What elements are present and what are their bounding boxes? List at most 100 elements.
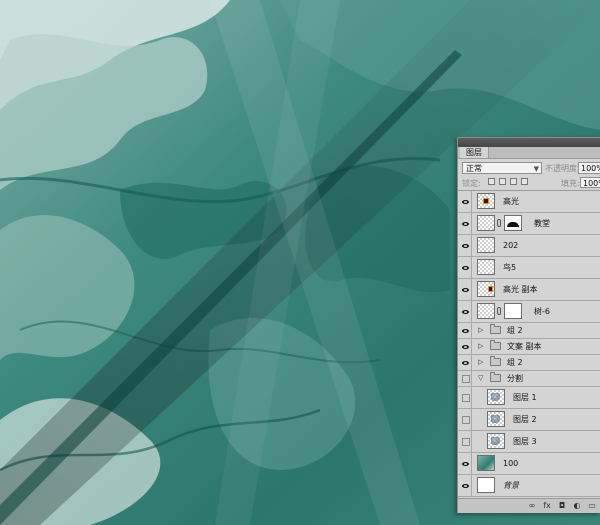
layer-name: 图层 2 <box>513 415 537 424</box>
layer-name: 组 2 <box>507 326 523 335</box>
opacity-input[interactable]: 100% <box>578 162 600 174</box>
layer-name: 文案 副本 <box>507 342 542 351</box>
lock-position-icon[interactable] <box>510 178 517 185</box>
eye-icon <box>462 221 469 226</box>
visibility-toggle[interactable] <box>460 409 472 430</box>
layer-name: 图层 1 <box>513 393 537 402</box>
chain-link-icon[interactable] <box>497 307 501 315</box>
panel-titlebar[interactable] <box>458 138 600 147</box>
visibility-toggle[interactable] <box>460 323 472 338</box>
eye-icon <box>462 360 469 365</box>
layer-row[interactable]: ▷ 组 2 <box>458 323 600 339</box>
eye-icon <box>462 328 469 333</box>
layer-row[interactable]: 鸟5 <box>458 257 600 279</box>
fx-icon[interactable]: fx <box>541 501 553 511</box>
layer-row[interactable]: 树-6 <box>458 301 600 323</box>
blend-mode-value: 正常 <box>466 164 482 173</box>
blend-mode-select[interactable]: 正常 ▼ <box>462 162 542 174</box>
folder-icon <box>490 340 501 350</box>
fill-input[interactable]: 100% <box>580 177 600 188</box>
layer-thumbnail <box>477 303 495 319</box>
layers-list: 高光 教堂 202 鸟5 高光 副本 树-6 ▷ 组 2 ▷ 文案 副本 ▷ 组 2 ▽ 分割 图层 1 图层… <box>458 191 600 497</box>
eye-icon <box>462 265 469 270</box>
layer-name: 分割 <box>507 374 523 383</box>
eye-icon <box>462 309 469 314</box>
eye-icon <box>462 243 469 248</box>
layer-thumbnail <box>477 193 495 209</box>
layer-name: 高光 副本 <box>503 285 538 294</box>
eye-off-icon <box>461 415 470 424</box>
layer-thumbnail <box>477 259 495 275</box>
visibility-toggle[interactable] <box>460 339 472 354</box>
eye-off-icon <box>461 374 470 383</box>
folder-icon <box>490 356 501 366</box>
layer-row[interactable]: 图层 3 <box>458 431 600 453</box>
folder-icon <box>490 324 501 334</box>
folder-icon <box>490 372 501 382</box>
layer-name: 202 <box>503 241 519 250</box>
expand-right-icon[interactable]: ▷ <box>478 327 483 334</box>
chevron-down-icon: ▼ <box>533 165 539 173</box>
layer-mask-thumbnail[interactable] <box>504 215 522 231</box>
expand-right-icon[interactable]: ▷ <box>478 343 483 350</box>
layer-thumbnail <box>477 477 495 493</box>
layer-thumbnail <box>487 411 505 427</box>
eye-icon <box>462 344 469 349</box>
layer-name: 教堂 <box>534 219 550 228</box>
layer-row[interactable]: ▽ 分割 <box>458 371 600 387</box>
visibility-toggle[interactable] <box>460 371 472 386</box>
layer-thumbnail <box>477 215 495 231</box>
layer-row[interactable]: 图层 1 <box>458 387 600 409</box>
chain-link-icon[interactable] <box>497 219 501 227</box>
panel-footer: ∞ fx ◘ ◐ ▭ <box>458 498 600 513</box>
layer-thumbnail <box>477 281 495 297</box>
visibility-toggle[interactable] <box>460 191 472 212</box>
lock-all-icon[interactable] <box>521 178 528 185</box>
fill-label: 填充: <box>561 179 580 188</box>
eye-off-icon <box>461 437 470 446</box>
link-layers-icon[interactable]: ∞ <box>526 501 538 511</box>
layer-mask-thumbnail[interactable] <box>504 303 522 319</box>
layer-name: 100 <box>503 459 519 468</box>
visibility-toggle[interactable] <box>460 301 472 322</box>
new-group-icon[interactable]: ▭ <box>586 501 598 511</box>
lock-row: 锁定: 填充: 100% <box>458 175 600 191</box>
lock-pixels-icon[interactable] <box>499 178 506 185</box>
eye-icon <box>462 483 469 488</box>
layer-row[interactable]: 100 <box>458 453 600 475</box>
expand-right-icon[interactable]: ▷ <box>478 359 483 366</box>
expand-down-icon[interactable]: ▽ <box>478 375 483 382</box>
layers-panel: 图层 正常 ▼ 不透明度: 100% 锁定: 填充: 100% 高光教堂 202 鸟… <box>457 137 600 513</box>
layer-row[interactable]: ▷ 组 2 <box>458 355 600 371</box>
layer-row[interactable]: 背景 <box>458 475 600 497</box>
visibility-toggle[interactable] <box>460 235 472 256</box>
eye-icon <box>462 461 469 466</box>
tab-layers[interactable]: 图层 <box>460 147 489 158</box>
visibility-toggle[interactable] <box>460 257 472 278</box>
adjustment-layer-icon[interactable]: ◐ <box>571 501 583 511</box>
layer-thumbnail <box>487 389 505 405</box>
eye-icon <box>462 287 469 292</box>
eye-off-icon <box>461 393 470 402</box>
visibility-toggle[interactable] <box>460 387 472 408</box>
blend-row: 正常 ▼ 不透明度: 100% <box>458 159 600 175</box>
visibility-toggle[interactable] <box>460 279 472 300</box>
layer-row[interactable]: 图层 2 <box>458 409 600 431</box>
layer-row[interactable]: 教堂 <box>458 213 600 235</box>
visibility-toggle[interactable] <box>460 431 472 452</box>
layer-thumbnail <box>477 237 495 253</box>
layer-row[interactable]: ▷ 文案 副本 <box>458 339 600 355</box>
layer-name: 树-6 <box>534 307 550 316</box>
visibility-toggle[interactable] <box>460 355 472 370</box>
layer-thumbnail <box>477 455 495 471</box>
visibility-toggle[interactable] <box>460 475 472 496</box>
layer-name: 高光 <box>503 197 519 206</box>
add-mask-icon[interactable]: ◘ <box>556 501 568 511</box>
layer-row[interactable]: 高光 <box>458 191 600 213</box>
visibility-toggle[interactable] <box>460 453 472 474</box>
lock-transparent-icon[interactable] <box>488 178 495 185</box>
eye-icon <box>462 199 469 204</box>
visibility-toggle[interactable] <box>460 213 472 234</box>
layer-row[interactable]: 高光 副本 <box>458 279 600 301</box>
layer-row[interactable]: 202 <box>458 235 600 257</box>
